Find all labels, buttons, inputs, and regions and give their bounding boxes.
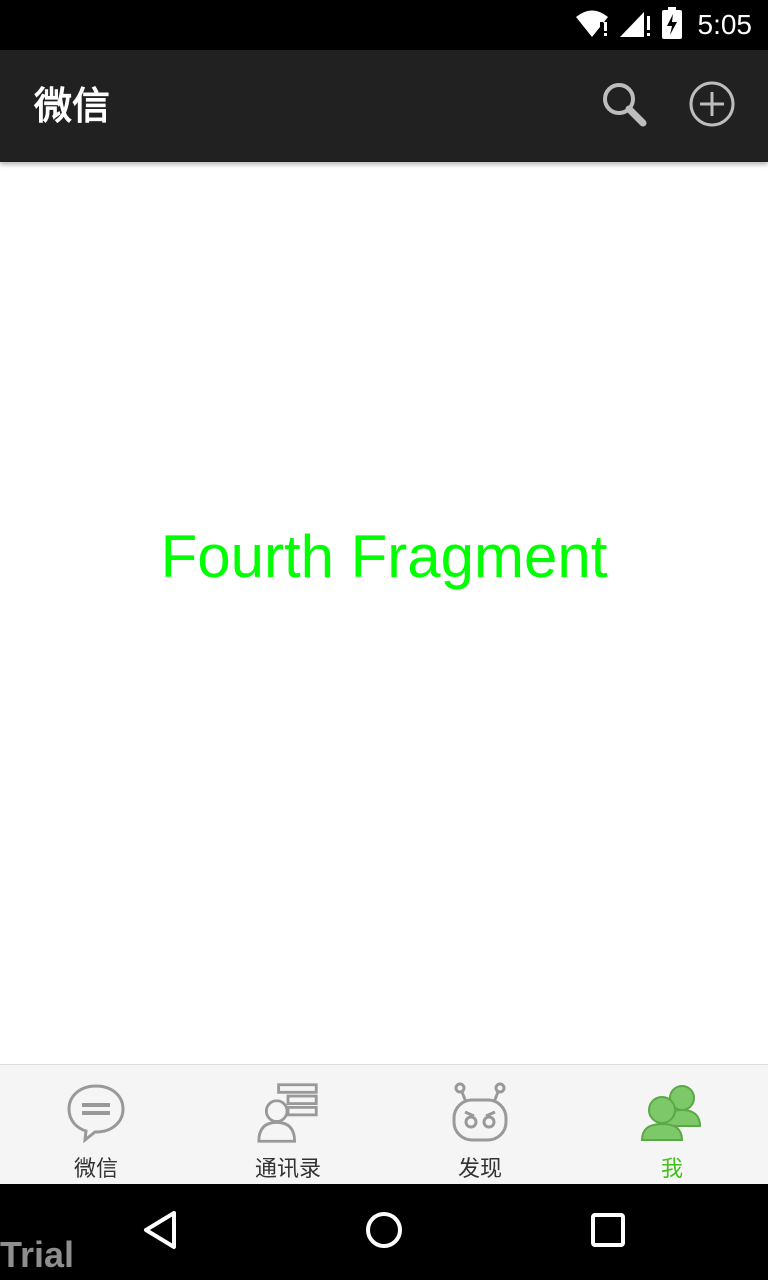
tab-label: 通讯录 bbox=[254, 1157, 321, 1182]
contacts-icon bbox=[256, 1081, 320, 1145]
fragment-content: Fourth Fragment bbox=[0, 162, 768, 1064]
tab-contacts[interactable]: 通讯录 bbox=[192, 1065, 384, 1184]
navigation-bar: Trial bbox=[0, 1184, 768, 1280]
screen: 5:05 微信 Fourth Fragment 微信 通讯录 发现 我 Tria… bbox=[0, 0, 768, 1280]
discover-icon bbox=[448, 1081, 512, 1145]
back-icon bbox=[140, 1210, 180, 1254]
home-button[interactable] bbox=[360, 1208, 408, 1256]
search-icon bbox=[599, 79, 649, 133]
chat-bubble-icon bbox=[64, 1081, 128, 1145]
add-circle-icon bbox=[688, 80, 736, 132]
status-icons: 5:05 bbox=[574, 0, 753, 50]
search-button[interactable] bbox=[596, 78, 652, 134]
battery-charging-icon bbox=[661, 7, 682, 43]
recent-apps-button[interactable] bbox=[584, 1208, 632, 1256]
bottom-tab-bar: 微信 通讯录 发现 我 bbox=[0, 1064, 768, 1184]
tab-label: 发现 bbox=[457, 1157, 502, 1182]
add-button[interactable] bbox=[684, 78, 740, 134]
app-title: 微信 bbox=[34, 84, 111, 128]
fragment-label: Fourth Fragment bbox=[160, 523, 608, 590]
status-time: 5:05 bbox=[697, 9, 753, 40]
tab-label: 微信 bbox=[73, 1157, 118, 1182]
home-icon bbox=[364, 1210, 404, 1254]
recent-apps-icon bbox=[590, 1212, 626, 1252]
tab-chats[interactable]: 微信 bbox=[0, 1065, 192, 1184]
trial-watermark: Trial bbox=[0, 1234, 75, 1275]
me-icon bbox=[640, 1081, 704, 1145]
wifi-alert-icon bbox=[574, 8, 610, 42]
status-bar: 5:05 bbox=[0, 0, 768, 50]
tab-me[interactable]: 我 bbox=[576, 1065, 768, 1184]
action-bar: 微信 bbox=[0, 50, 768, 162]
back-button[interactable] bbox=[136, 1208, 184, 1256]
signal-alert-icon bbox=[619, 8, 652, 42]
tab-discover[interactable]: 发现 bbox=[384, 1065, 576, 1184]
tab-label: 我 bbox=[660, 1157, 683, 1182]
